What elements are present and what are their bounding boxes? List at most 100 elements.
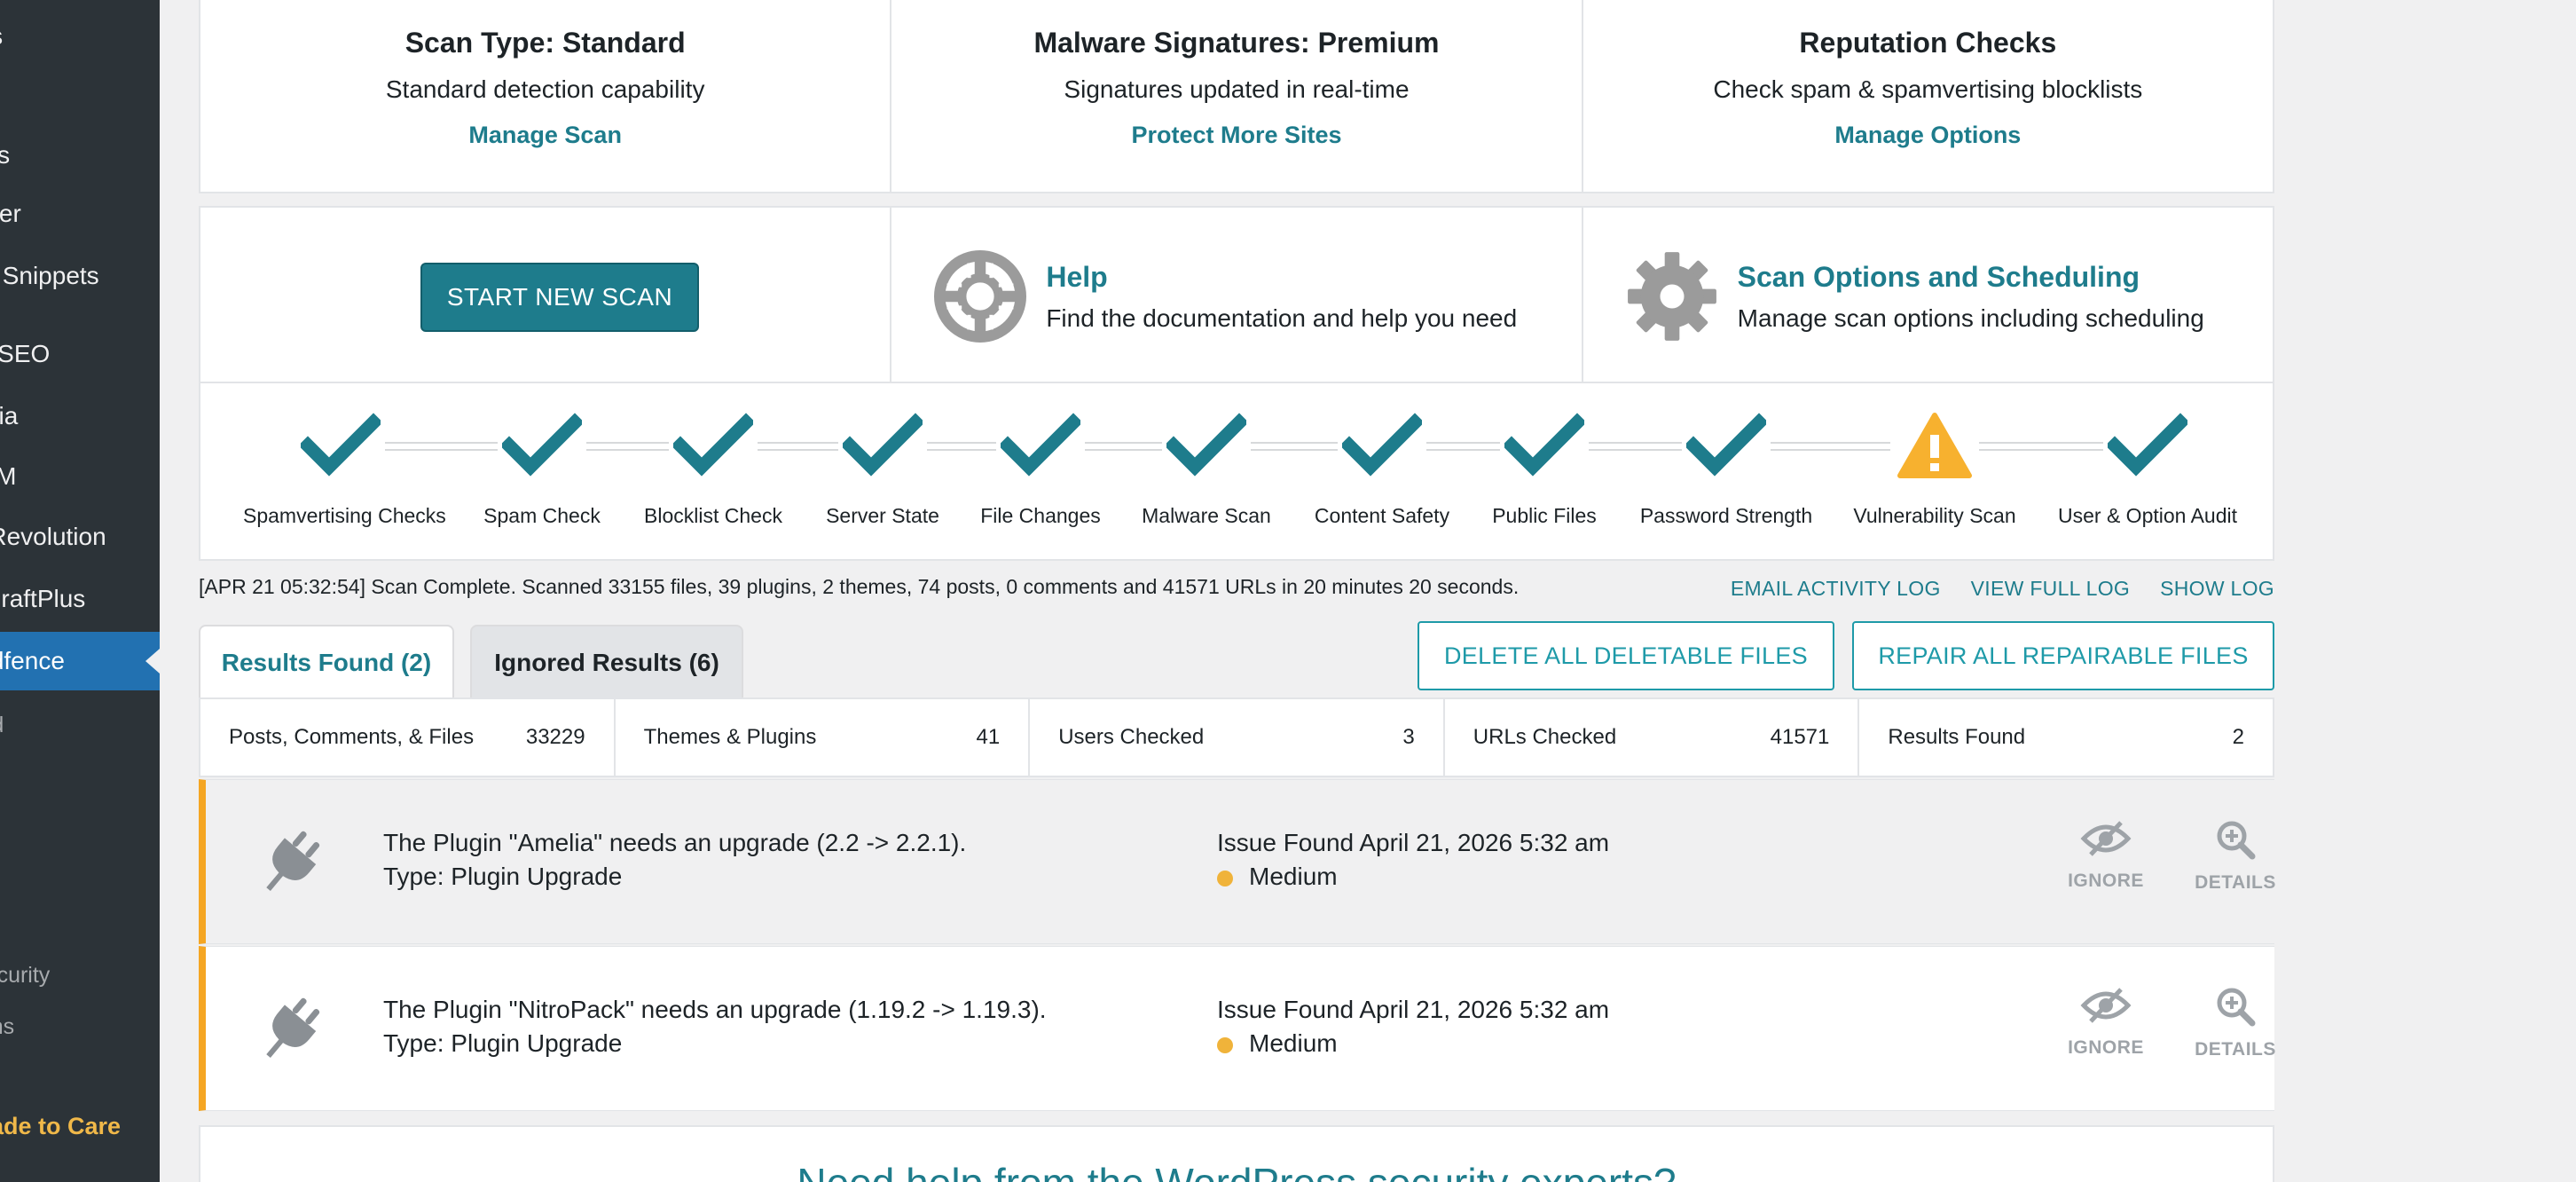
- severity-dot-icon: [1217, 870, 1233, 886]
- help-title[interactable]: Help: [1046, 261, 1517, 294]
- sidebar-item-wordfence[interactable]: Wordfence: [0, 632, 160, 690]
- issue-type: Type: Plugin Upgrade: [383, 863, 623, 890]
- severity-badge: Medium: [1217, 1027, 1609, 1060]
- repair-all-repairable-button[interactable]: REPAIR ALL REPAIRABLE FILES: [1852, 621, 2274, 690]
- email-activity-log-link[interactable]: EMAIL ACTIVITY LOG: [1731, 577, 1941, 601]
- sidebar-subitem-options[interactable]: Options: [0, 999, 160, 1054]
- sidebar-subitem-security[interactable]: Security: [0, 948, 160, 1003]
- feature-reputation-checks: Reputation Checks Check spam & spamverti…: [1583, 0, 2273, 192]
- stat-value: 41571: [1770, 725, 1830, 749]
- stat-themes-plugins: Themes & Plugins 41: [616, 699, 1031, 776]
- details-button[interactable]: DETAILS: [2182, 986, 2289, 1060]
- manage-scan-link[interactable]: Manage Scan: [468, 122, 622, 148]
- manage-options-link[interactable]: Manage Options: [1834, 122, 2021, 148]
- protect-more-sites-link[interactable]: Protect More Sites: [1131, 122, 1341, 148]
- log-links: EMAIL ACTIVITY LOG VIEW FULL LOG SHOW LO…: [1731, 577, 2274, 601]
- stat-value: 2: [2232, 725, 2244, 749]
- severity-label: Medium: [1249, 1029, 1338, 1057]
- ignore-button[interactable]: IGNORE: [2053, 986, 2159, 1059]
- tab-results-found[interactable]: Results Found (2): [199, 625, 454, 701]
- stage-label: Vulnerability Scan: [1853, 504, 2016, 527]
- lifebuoy-icon: [934, 250, 1027, 343]
- ignore-button[interactable]: IGNORE: [2053, 819, 2159, 892]
- feature-malware-signatures: Malware Signatures: Premium Signatures u…: [891, 0, 1583, 192]
- show-log-link[interactable]: SHOW LOG: [2160, 577, 2274, 601]
- scan-stage: Spam Check: [444, 410, 640, 528]
- issue-found-info: Issue Found April 21, 2026 5:32 am Mediu…: [1217, 826, 1609, 894]
- ignore-label: IGNORE: [2068, 1037, 2144, 1058]
- scan-options-cell[interactable]: Scan Options and Scheduling Manage scan …: [1583, 208, 2273, 382]
- checkmark-icon: [673, 413, 753, 477]
- eye-slash-icon: [2080, 821, 2132, 856]
- stat-label: Themes & Plugins: [643, 725, 817, 749]
- stat-urls-checked: URLs Checked 41571: [1445, 699, 1860, 776]
- feature-title: Malware Signatures: Premium: [1033, 27, 1440, 59]
- expert-help-text: Need help from the WordPress security ex…: [200, 1159, 2273, 1182]
- tab-ignored-results[interactable]: Ignored Results (6): [470, 625, 743, 699]
- feature-desc: Check spam & spamvertising blocklists: [1713, 75, 2143, 103]
- sidebar-item-settings[interactable]: Settings: [0, 128, 160, 183]
- stat-users-checked: Users Checked 3: [1030, 699, 1445, 776]
- issue-summary: The Plugin "Amelia" needs an upgrade (2.…: [383, 826, 966, 894]
- scan-stage: Password Strength: [1629, 410, 1824, 528]
- stage-label: Password Strength: [1639, 504, 1813, 527]
- start-scan-cell: START NEW SCAN: [200, 208, 892, 382]
- view-full-log-link[interactable]: VIEW FULL LOG: [1971, 577, 2130, 601]
- sidebar-item-wpm[interactable]: WPM: [0, 449, 160, 504]
- feature-desc: Signatures updated in real-time: [1064, 75, 1410, 103]
- scan-stats-row: Posts, Comments, & Files 33229 Themes & P…: [199, 697, 2274, 777]
- checkmark-icon: [502, 413, 582, 477]
- issue-row: The Plugin "Amelia" needs an upgrade (2.…: [199, 779, 2275, 944]
- action-row: START NEW SCAN Help Find the documentati…: [199, 206, 2274, 383]
- stage-label: Spam Check: [483, 504, 601, 527]
- start-new-scan-button[interactable]: START NEW SCAN: [420, 263, 699, 332]
- issue-found-date: Issue Found April 21, 2026 5:32 am: [1217, 996, 1610, 1023]
- scan-status-text: [APR 21 05:32:54] Scan Complete. Scanned…: [199, 575, 1520, 598]
- stage-label: User & Option Audit: [2058, 504, 2237, 527]
- scan-options-desc: Manage scan options including scheduling: [1737, 303, 2204, 332]
- stage-label: Blocklist Check: [644, 504, 782, 527]
- sidebar-item-slider-revolution[interactable]: Slider Revolution: [0, 509, 160, 564]
- issue-found-info: Issue Found April 21, 2026 5:32 am Mediu…: [1217, 993, 1609, 1060]
- sidebar-item-upgrade-care[interactable]: Upgrade to Care: [0, 1099, 160, 1154]
- stat-value: 3: [1402, 725, 1415, 749]
- details-button[interactable]: DETAILS: [2182, 819, 2289, 894]
- feature-summary-row: Scan Type: Standard Standard detection c…: [199, 0, 2274, 193]
- issue-type: Type: Plugin Upgrade: [383, 1029, 623, 1057]
- stat-results-found: Results Found 2: [1859, 699, 2273, 776]
- feature-title: Reputation Checks: [1799, 27, 2057, 59]
- sidebar-item-code-snippets[interactable]: Code Snippets: [0, 248, 160, 303]
- checkmark-icon: [2108, 413, 2187, 477]
- scan-options-title[interactable]: Scan Options and Scheduling: [1738, 261, 2204, 294]
- stat-posts-files: Posts, Comments, & Files 33229: [200, 699, 616, 776]
- sidebar-item-rank-seo[interactable]: Rank SEO: [0, 327, 160, 382]
- issue-row: The Plugin "NitroPack" needs an upgrade …: [199, 946, 2275, 1111]
- sidebar-item-updraftplus[interactable]: UpdraftPlus: [0, 571, 160, 626]
- scan-stage: Malware Scan: [1109, 410, 1304, 528]
- ignore-label: IGNORE: [2068, 871, 2144, 891]
- issue-title: The Plugin "NitroPack" needs an upgrade …: [383, 996, 1047, 1023]
- help-block[interactable]: Help Find the documentation and help you…: [934, 250, 1517, 343]
- expert-help-banner: Need help from the WordPress security ex…: [199, 1125, 2274, 1182]
- issue-summary: The Plugin "NitroPack" needs an upgrade …: [383, 993, 1047, 1060]
- severity-dot-icon: [1217, 1036, 1233, 1053]
- help-cell[interactable]: Help Find the documentation and help you…: [891, 208, 1583, 382]
- feature-title: Scan Type: Standard: [404, 27, 686, 59]
- sidebar-item-settings-top[interactable]: Settings: [0, 9, 160, 64]
- stage-label: Public Files: [1492, 504, 1597, 527]
- sidebar-subitem-dashboard[interactable]: Dashboard: [0, 697, 160, 753]
- checkmark-icon: [1166, 413, 1246, 477]
- checkmark-icon: [301, 413, 381, 477]
- stat-label: Results Found: [1888, 725, 2026, 749]
- sidebar-item-media[interactable]: Media: [0, 389, 160, 444]
- stat-value: 33229: [525, 725, 585, 749]
- severity-label: Medium: [1249, 863, 1338, 890]
- sidebar-item-optimizer[interactable]: Optimizer: [0, 186, 160, 241]
- eye-slash-icon: [2080, 988, 2132, 1023]
- stat-label: Posts, Comments, & Files: [229, 725, 475, 749]
- scan-options-block[interactable]: Scan Options and Scheduling Manage scan …: [1626, 250, 2204, 343]
- scan-stage: Spamvertising Checks: [243, 410, 446, 528]
- scan-stages-row: Spamvertising Checks Spam Check Blocklist …: [199, 383, 2274, 561]
- scan-stage: User & Option Audit: [2050, 410, 2245, 528]
- delete-all-deletable-button[interactable]: DELETE ALL DELETABLE FILES: [1418, 621, 1834, 690]
